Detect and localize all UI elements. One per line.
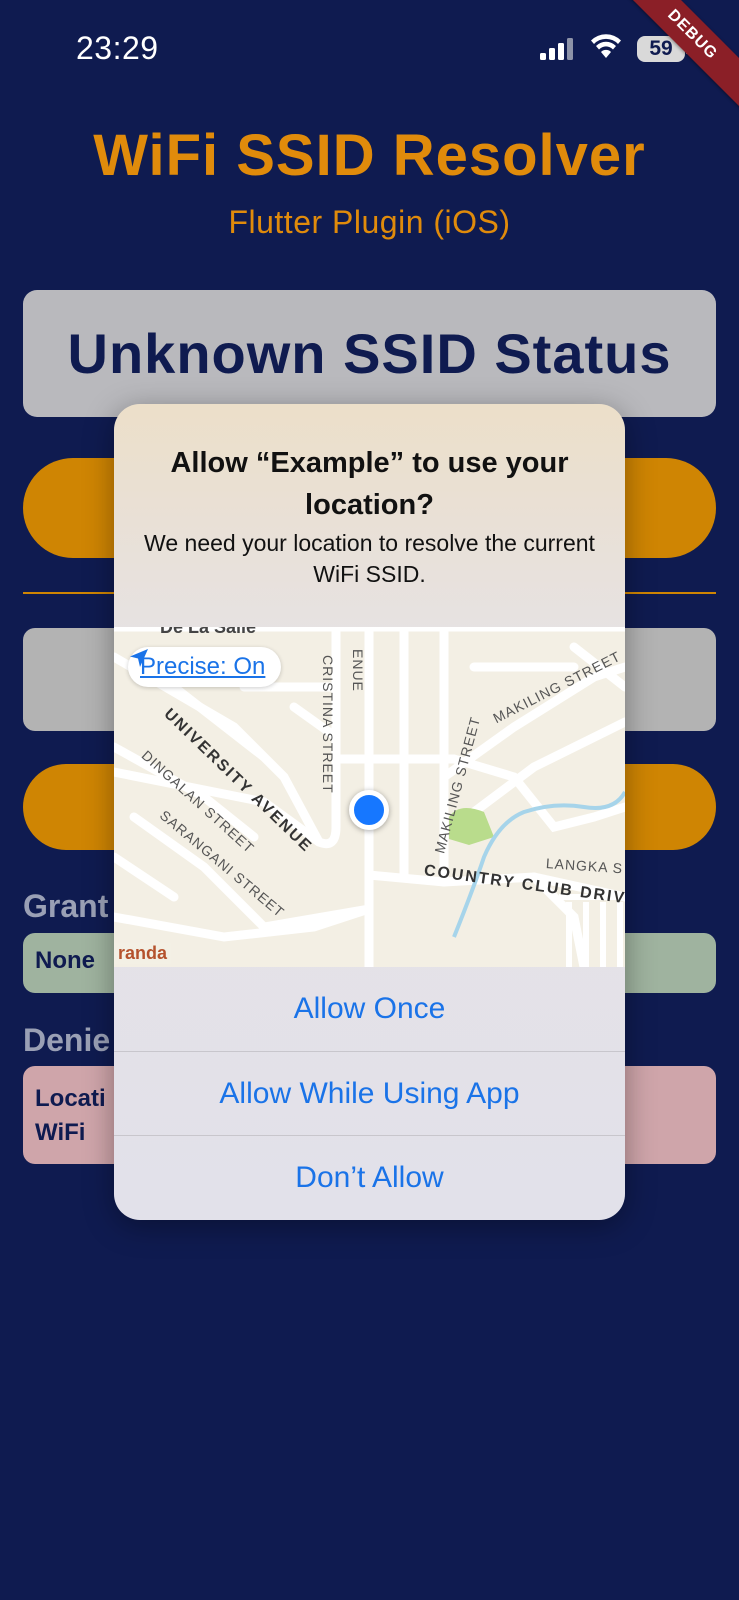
precise-location-label: Precise: On	[140, 653, 266, 680]
ssid-status-card: Unknown SSID Status	[23, 290, 716, 417]
granted-permissions-value: None	[35, 947, 95, 974]
status-time: 23:29	[76, 30, 159, 66]
dialog-message: We need your location to resolve the cur…	[144, 530, 595, 587]
location-map: De La Salle Precise: On ENUE CRISTINA ST…	[114, 627, 625, 967]
location-permission-dialog: Allow “Example” to use your location? We…	[114, 404, 625, 1220]
map-street-label: CRISTINA STREET	[320, 655, 336, 794]
current-location-dot	[349, 790, 389, 830]
map-street-label: ENUE	[350, 649, 366, 692]
allow-while-using-button[interactable]: Allow While Using App	[114, 1051, 625, 1136]
wifi-icon	[591, 34, 621, 58]
app-title: WiFi SSID Resolver	[93, 123, 646, 188]
dont-allow-button[interactable]: Don’t Allow	[114, 1135, 625, 1220]
dialog-title: Allow “Example” to use your location?	[170, 447, 569, 521]
map-place-label: randa	[114, 943, 172, 964]
granted-permissions-label: Grant	[23, 888, 109, 924]
precise-location-toggle[interactable]: Precise: On	[128, 647, 282, 687]
map-place-label: De La Salle	[160, 627, 257, 637]
cellular-signal-icon	[540, 38, 573, 60]
ssid-status-text: Unknown SSID Status	[67, 322, 672, 385]
location-arrow-icon	[130, 649, 148, 667]
denied-permissions-label: Denie	[23, 1022, 111, 1058]
app-subtitle: Flutter Plugin (iOS)	[228, 204, 511, 240]
allow-once-button[interactable]: Allow Once	[114, 967, 625, 1051]
status-bar: 23:29 59 DEBUG	[0, 0, 739, 122]
